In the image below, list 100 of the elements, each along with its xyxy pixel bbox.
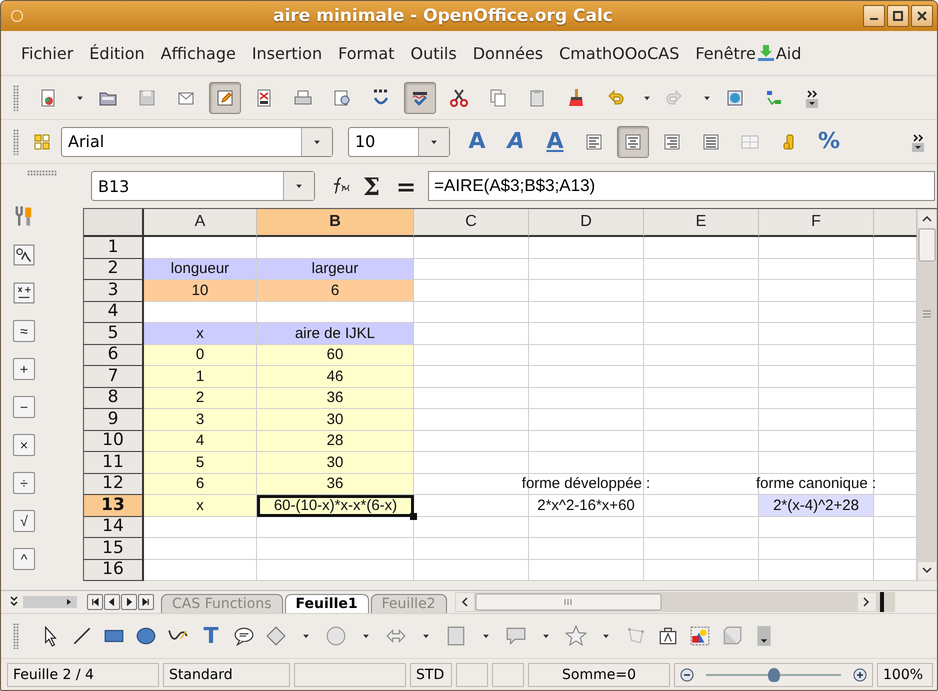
paintbrush-icon[interactable] bbox=[566, 88, 586, 108]
table-cell[interactable] bbox=[529, 409, 644, 430]
table-cell[interactable]: 46 bbox=[257, 366, 414, 388]
math-key[interactable]: ^ bbox=[13, 548, 35, 570]
column-header[interactable]: F bbox=[759, 209, 874, 237]
menu-item[interactable]: Outils bbox=[402, 44, 465, 62]
align-left-icon[interactable] bbox=[584, 132, 604, 152]
table-cell[interactable] bbox=[414, 237, 529, 258]
table-cell[interactable] bbox=[759, 258, 874, 280]
window-menu-icon[interactable] bbox=[11, 10, 23, 22]
menu-item[interactable]: Aid bbox=[776, 44, 810, 62]
table-cell[interactable] bbox=[644, 388, 759, 409]
font-name-field[interactable]: Arial bbox=[61, 126, 333, 156]
maximize-button[interactable] bbox=[887, 5, 909, 27]
table-cell[interactable]: 36 bbox=[257, 388, 414, 409]
table-cell[interactable]: 4 bbox=[144, 430, 257, 452]
maximize-icon[interactable] bbox=[891, 9, 905, 23]
row-header[interactable]: 1 bbox=[84, 237, 144, 258]
table-cell[interactable] bbox=[529, 430, 644, 452]
fill-handle[interactable] bbox=[410, 512, 417, 520]
diamond-icon[interactable] bbox=[265, 625, 287, 647]
menu-item[interactable]: Fenêtre bbox=[687, 44, 756, 62]
row-header[interactable]: 5 bbox=[84, 323, 144, 344]
table-cell[interactable]: 5 bbox=[144, 452, 257, 474]
evaluate-icon[interactable] bbox=[13, 244, 35, 266]
align-center-icon[interactable] bbox=[623, 132, 643, 152]
table-cell[interactable] bbox=[529, 388, 644, 409]
menu-item[interactable]: CmathOOoCAS bbox=[551, 44, 688, 62]
table-cell[interactable] bbox=[414, 560, 529, 581]
table-cell[interactable]: 2*(x-4)^2+28 bbox=[759, 495, 874, 516]
math-key[interactable]: × bbox=[13, 434, 35, 456]
table-cell[interactable] bbox=[644, 280, 759, 302]
table-cell[interactable] bbox=[414, 495, 529, 516]
table-cell[interactable] bbox=[644, 452, 759, 474]
table-cell[interactable] bbox=[759, 560, 874, 581]
table-cell[interactable] bbox=[759, 323, 874, 344]
expression-icon[interactable] bbox=[13, 282, 35, 304]
ellipse-icon[interactable] bbox=[135, 625, 157, 647]
table-cell[interactable]: 0 bbox=[144, 344, 257, 366]
table-cell[interactable] bbox=[414, 258, 529, 280]
minimize-button[interactable] bbox=[863, 5, 885, 27]
table-cell[interactable] bbox=[759, 344, 874, 366]
table-cell[interactable]: 6 bbox=[144, 474, 257, 495]
table-cell[interactable] bbox=[414, 516, 529, 538]
table-cell[interactable] bbox=[414, 452, 529, 474]
table-cell[interactable] bbox=[759, 452, 874, 474]
table-cell[interactable]: largeur bbox=[257, 258, 414, 280]
table-cell[interactable]: 2 bbox=[144, 388, 257, 409]
table-cell[interactable]: 28 bbox=[257, 430, 414, 452]
column-header[interactable]: D bbox=[529, 209, 644, 237]
table-cell[interactable] bbox=[144, 560, 257, 581]
row-header[interactable]: 13 bbox=[84, 495, 144, 516]
column-header[interactable] bbox=[874, 209, 917, 237]
table-cell[interactable] bbox=[257, 538, 414, 560]
underline-button[interactable]: A bbox=[539, 126, 571, 158]
flowchart-icon[interactable] bbox=[445, 625, 467, 647]
table-cell[interactable] bbox=[414, 280, 529, 302]
styles-icon[interactable] bbox=[32, 132, 52, 152]
table-cell[interactable] bbox=[759, 538, 874, 560]
floppy-icon[interactable] bbox=[137, 88, 157, 108]
table-cell[interactable]: 1 bbox=[144, 366, 257, 388]
table-cell[interactable] bbox=[529, 516, 644, 538]
table-cell[interactable] bbox=[644, 258, 759, 280]
table-cell[interactable] bbox=[644, 430, 759, 452]
menu-item[interactable]: Données bbox=[464, 44, 552, 62]
row-header[interactable]: 15 bbox=[84, 538, 144, 560]
table-cell[interactable] bbox=[529, 366, 644, 388]
status-selection-mode[interactable]: STD bbox=[410, 662, 452, 686]
line-icon[interactable] bbox=[71, 625, 93, 647]
table-cell[interactable] bbox=[644, 516, 759, 538]
speech-bubble-icon[interactable] bbox=[505, 625, 527, 647]
table-cell[interactable]: 36 bbox=[257, 474, 414, 495]
page-preview-icon[interactable] bbox=[332, 88, 352, 108]
table-cell[interactable] bbox=[414, 538, 529, 560]
equals-button[interactable]: = bbox=[392, 172, 420, 200]
table-cell[interactable]: longueur bbox=[144, 258, 257, 280]
menu-item[interactable]: Édition bbox=[81, 44, 153, 62]
table-cell[interactable] bbox=[644, 237, 759, 258]
table-cell[interactable] bbox=[414, 344, 529, 366]
table-cell[interactable] bbox=[644, 344, 759, 366]
slider-thumb[interactable] bbox=[768, 668, 780, 682]
column-header[interactable]: B bbox=[257, 209, 414, 237]
table-cell[interactable] bbox=[414, 323, 529, 344]
download-icon[interactable] bbox=[756, 43, 776, 63]
table-cell[interactable] bbox=[529, 258, 644, 280]
menu-item[interactable]: Format bbox=[330, 44, 402, 62]
table-cell[interactable] bbox=[759, 430, 874, 452]
math-key[interactable]: ≈ bbox=[13, 320, 35, 342]
table-cell[interactable] bbox=[759, 516, 874, 538]
table-cell[interactable] bbox=[644, 366, 759, 388]
table-cell[interactable] bbox=[644, 323, 759, 344]
table-cell[interactable] bbox=[144, 516, 257, 538]
table-cell[interactable] bbox=[759, 280, 874, 302]
table-cell[interactable] bbox=[414, 388, 529, 409]
table-cell[interactable]: 6 bbox=[257, 280, 414, 302]
table-cell[interactable] bbox=[759, 409, 874, 430]
table-cell[interactable] bbox=[644, 538, 759, 560]
row-header[interactable]: 11 bbox=[84, 452, 144, 474]
column-header[interactable]: A bbox=[144, 209, 257, 237]
corner-cell[interactable] bbox=[84, 209, 144, 237]
